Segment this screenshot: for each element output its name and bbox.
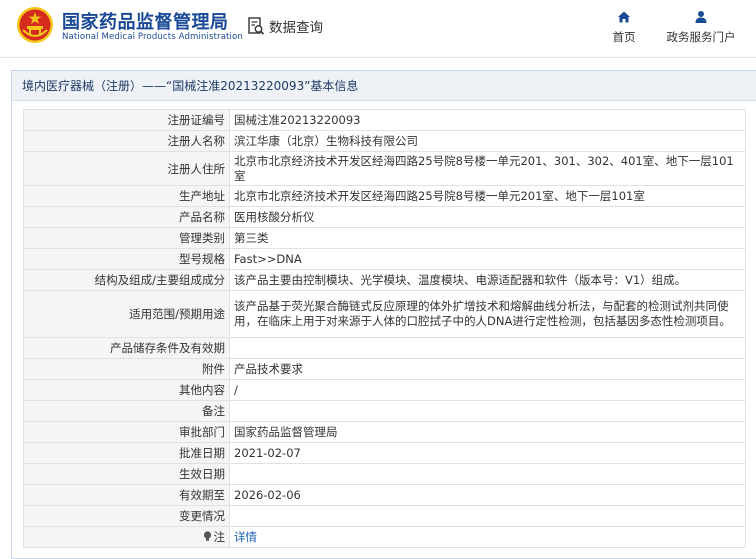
row-value [229, 505, 746, 527]
row-label: 有效期至 [23, 484, 230, 506]
site-title[interactable]: 国家药品监督管理局 [62, 8, 229, 34]
table-row: 生效日期 [23, 463, 746, 485]
table-row: 有效期至 2026-02-06 [23, 484, 746, 506]
document-search-icon [248, 16, 265, 35]
row-value [229, 463, 746, 485]
site-subtitle: National Medical Products Administration [62, 32, 243, 42]
panel-title: 境内医疗器械（注册）——“国械注准20213220093”基本信息 [12, 71, 756, 101]
row-label: 注册人住所 [23, 151, 230, 186]
row-value: / [229, 379, 746, 401]
row-label: 审批部门 [23, 421, 230, 443]
row-label: 适用范围/预期用途 [23, 290, 230, 338]
row-label: 备注 [23, 400, 230, 422]
row-value: 2021-02-07 [229, 442, 746, 464]
row-label: 附件 [23, 358, 230, 380]
nav-home-label: 首页 [612, 30, 636, 44]
table-row: 其他内容 / [23, 379, 746, 401]
table-row: 注册证编号 国械注准20213220093 [23, 109, 746, 131]
table-row: 产品名称 医用核酸分析仪 [23, 206, 746, 228]
row-label: 其他内容 [23, 379, 230, 401]
lightbulb-icon [203, 531, 211, 542]
site-header: 国家药品监督管理局 National Medical Products Admi… [0, 0, 756, 58]
data-query-link[interactable]: 数据查询 [248, 16, 323, 36]
row-value: 产品技术要求 [229, 358, 746, 380]
device-info-panel: 境内医疗器械（注册）——“国械注准20213220093”基本信息 注册证编号 … [11, 70, 756, 559]
row-label: 批准日期 [23, 442, 230, 464]
user-icon [695, 11, 707, 23]
row-label: 注册证编号 [23, 109, 230, 131]
table-row: 注册人住所 北京市北京经济技术开发区经海四路25号院8号楼一单元201、301、… [23, 151, 746, 186]
note-row-label-cell: 注 [23, 526, 230, 548]
table-row: 生产地址 北京市北京经济技术开发区经海四路25号院8号楼一单元201室、地下一层… [23, 185, 746, 207]
data-query-label: 数据查询 [269, 20, 323, 36]
row-label: 生效日期 [23, 463, 230, 485]
table-row: 适用范围/预期用途 该产品基于荧光聚合酶链式反应原理的体外扩增技术和熔解曲线分析… [23, 290, 746, 338]
row-label: 注 [213, 529, 226, 544]
table-row: 审批部门 国家药品监督管理局 [23, 421, 746, 443]
table-row: 批准日期 2021-02-07 [23, 442, 746, 464]
row-label: 产品名称 [23, 206, 230, 228]
device-info-table: 注册证编号 国械注准20213220093 注册人名称 滨江华康（北京）生物科技… [23, 109, 746, 548]
row-label: 变更情况 [23, 505, 230, 527]
national-emblem-icon[interactable] [16, 6, 54, 44]
table-row: 产品储存条件及有效期 [23, 337, 746, 359]
table-row: 变更情况 [23, 505, 746, 527]
row-value: 第三类 [229, 227, 746, 249]
nav-service-portal[interactable]: 政务服务门户 [660, 10, 742, 45]
row-value: 国家药品监督管理局 [229, 421, 746, 443]
row-value: Fast>>DNA [229, 248, 746, 270]
row-label: 注册人名称 [23, 130, 230, 152]
header-divider [0, 57, 756, 58]
nav-service-portal-label: 政务服务门户 [666, 30, 736, 44]
row-value: 滨江华康（北京）生物科技有限公司 [229, 130, 746, 152]
row-label: 产品储存条件及有效期 [23, 337, 230, 359]
row-value: 该产品主要由控制模块、光学模块、温度模块、电源适配器和软件（版本号：V1）组成。 [229, 269, 746, 291]
row-label: 结构及组成/主要组成成分 [23, 269, 230, 291]
nav-home[interactable]: 首页 [608, 10, 640, 45]
table-row: 备注 [23, 400, 746, 422]
row-value [229, 337, 746, 359]
row-value: 该产品基于荧光聚合酶链式反应原理的体外扩增技术和熔解曲线分析法，与配套的检测试剂… [229, 290, 746, 338]
table-row: 管理类别 第三类 [23, 227, 746, 249]
row-value [229, 400, 746, 422]
row-label: 型号规格 [23, 248, 230, 270]
details-link[interactable]: 详情 [234, 530, 257, 544]
note-row-value-cell: 详情 [229, 526, 746, 548]
row-value: 国械注准20213220093 [229, 109, 746, 131]
table-row: 型号规格 Fast>>DNA [23, 248, 746, 270]
row-value: 北京市北京经济技术开发区经海四路25号院8号楼一单元201、301、302、40… [229, 151, 746, 186]
row-value: 2026-02-06 [229, 484, 746, 506]
table-row: 注册人名称 滨江华康（北京）生物科技有限公司 [23, 130, 746, 152]
table-row: 注 详情 [23, 526, 746, 548]
row-label: 生产地址 [23, 185, 230, 207]
table-row: 附件 产品技术要求 [23, 358, 746, 380]
row-value: 北京市北京经济技术开发区经海四路25号院8号楼一单元201室、地下一层101室 [229, 185, 746, 207]
home-icon [618, 11, 630, 23]
row-label: 管理类别 [23, 227, 230, 249]
table-row: 结构及组成/主要组成成分 该产品主要由控制模块、光学模块、温度模块、电源适配器和… [23, 269, 746, 291]
row-value: 医用核酸分析仪 [229, 206, 746, 228]
